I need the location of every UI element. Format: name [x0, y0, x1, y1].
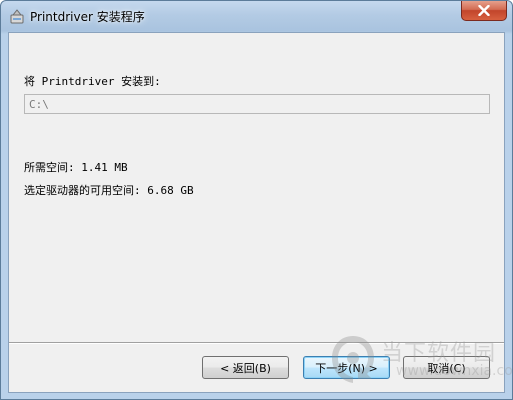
installer-icon — [9, 9, 25, 25]
cancel-button[interactable]: 取消(C) — [403, 356, 490, 379]
next-button[interactable]: 下一步(N) > — [303, 356, 390, 379]
install-location-label: 将 Printdriver 安装到: — [24, 75, 161, 88]
space-required-text: 所需空间: 1.41 MB — [24, 161, 128, 174]
close-button[interactable] — [461, 1, 507, 21]
content-area: 将 Printdriver 安装到: 所需空间: 1.41 MB 选定驱动器的可… — [9, 33, 504, 342]
dialog-body: 将 Printdriver 安装到: 所需空间: 1.41 MB 选定驱动器的可… — [8, 32, 505, 393]
button-bar: < 返回(B) 下一步(N) > 取消(C) — [9, 344, 504, 392]
back-button[interactable]: < 返回(B) — [202, 356, 289, 379]
installer-window: Printdriver 安装程序 将 Printdriver 安装到: 所需空间… — [0, 0, 513, 400]
install-path-field[interactable] — [24, 94, 490, 114]
close-x-icon — [478, 5, 490, 16]
space-available-text: 选定驱动器的可用空间: 6.68 GB — [24, 184, 194, 197]
window-title: Printdriver 安装程序 — [30, 10, 145, 24]
title-bar[interactable]: Printdriver 安装程序 — [1, 1, 512, 33]
